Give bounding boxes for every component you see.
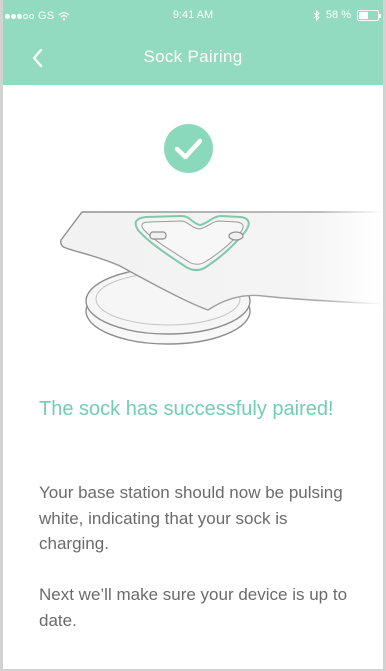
status-right: 58 % — [313, 9, 381, 21]
page-title: Sock Pairing — [143, 47, 243, 66]
battery-icon — [357, 9, 381, 21]
battery-tip — [379, 13, 381, 18]
sock-on-base-station-illustration — [60, 211, 383, 345]
base-station-status-text: Your base station should now be pulsing … — [39, 483, 343, 553]
next-step-text: Next we’ll make sure your device is up t… — [39, 585, 348, 630]
header: GS 9:41 AM 58 % Sock Pairing — [3, 0, 383, 85]
app-screen: GS 9:41 AM 58 % Sock Pairing The sock ha… — [3, 0, 383, 669]
checkmark-circle-icon — [164, 124, 213, 173]
bluetooth-icon — [313, 9, 320, 21]
battery-percentage: 58 % — [325, 9, 351, 21]
success-headline: The sock has successfuly paired! — [39, 398, 334, 420]
battery-level-fill — [359, 11, 369, 19]
navigation-bar: Sock Pairing — [3, 32, 383, 85]
status-bar: GS 9:41 AM 58 % — [3, 0, 383, 32]
